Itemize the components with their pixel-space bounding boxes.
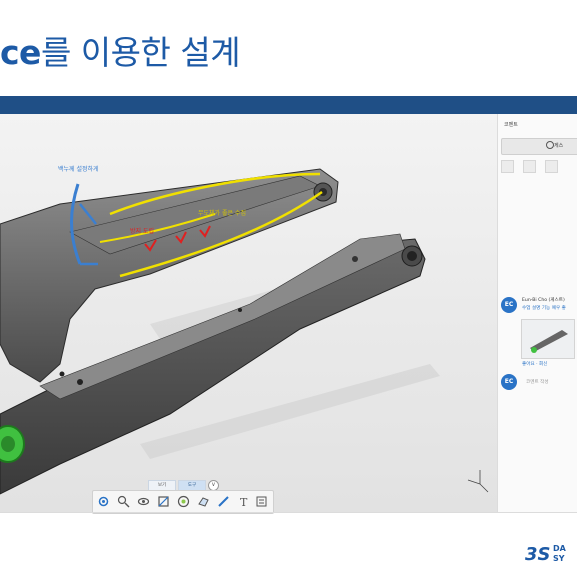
avatar: EC (501, 297, 517, 313)
svg-text:T: T (240, 496, 248, 508)
comment-panel: 코멘트 게스 EC Eun-Bi Cho (게스트) 수업 설명 기능 예우 좋… (497, 114, 577, 512)
annotate-icon[interactable] (197, 495, 210, 508)
tool-palette: T (92, 490, 274, 514)
divider (0, 512, 577, 513)
share-icon (546, 141, 554, 149)
3d-viewport[interactable]: 백누께 설정하게 무도체가 좋은 수집 방지 도립 (0, 114, 497, 512)
pen-icon[interactable] (217, 495, 230, 508)
svg-text:SY: SY (553, 554, 565, 563)
comment-text: 수업 설명 기능 예우 좋 (522, 306, 566, 311)
markup-yellow-note: 무도체가 좋은 수집 (198, 210, 246, 217)
comment-actions[interactable]: 좋아요 · 회신 (522, 361, 548, 367)
comment-thumbnail[interactable] (521, 319, 575, 359)
share-button-label: 게스 (554, 143, 564, 149)
axis-triad (467, 470, 489, 493)
panel-title: 코멘트 (504, 122, 518, 128)
app-header-bar (0, 96, 577, 114)
comment-icon[interactable] (545, 160, 558, 173)
slide-title-bold: ce (0, 33, 41, 72)
measure-icon[interactable] (177, 495, 190, 508)
bolt (77, 379, 83, 385)
bolt (238, 308, 242, 312)
avatar: EC (501, 374, 517, 390)
like-icon[interactable] (501, 160, 514, 173)
dassault-systemes-logo: 3S DA SY (525, 544, 567, 565)
axle-hole-inner (407, 251, 417, 261)
reply-input[interactable]: 코멘트 작성 (526, 379, 549, 385)
view-icon[interactable] (137, 495, 150, 508)
gear-icon[interactable] (97, 495, 110, 508)
swingarm-model[interactable] (0, 114, 497, 512)
slide-title-rest: 를 이용한 설계 (40, 33, 241, 72)
bolt (352, 256, 358, 262)
zoom-icon[interactable] (117, 495, 130, 508)
bolt (59, 371, 65, 377)
share-button[interactable]: 게스 (501, 138, 577, 155)
thumbnail-image (530, 330, 568, 353)
info-icon[interactable] (523, 160, 536, 173)
section-icon[interactable] (157, 495, 170, 508)
comment-author: Eun-Bi Cho (게스트) (522, 298, 565, 303)
green-bearing-inner (1, 436, 15, 452)
markup-red-note: 방지 도립 (130, 228, 154, 235)
slide-title: ce를 이용한 설계 (0, 26, 241, 74)
text-icon[interactable]: T (237, 495, 250, 508)
note-icon[interactable] (255, 495, 268, 508)
svg-text:3S: 3S (525, 544, 551, 565)
svg-text:DA: DA (553, 544, 567, 553)
markup-blue-note: 백누께 설정하게 (58, 166, 99, 173)
